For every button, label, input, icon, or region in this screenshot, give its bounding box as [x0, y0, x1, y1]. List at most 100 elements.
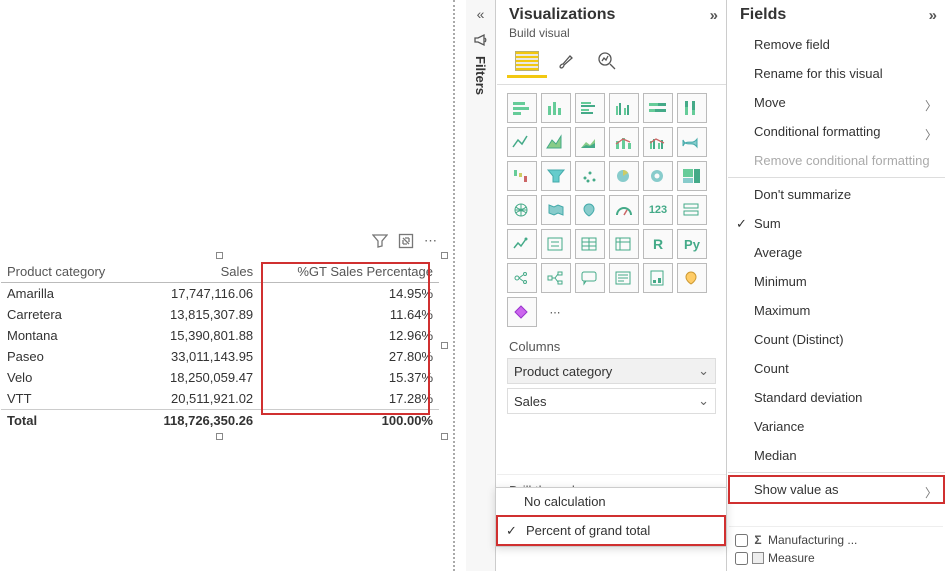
- viz-area-icon[interactable]: [541, 127, 571, 157]
- table-visual[interactable]: ⋯ Product category Sales %GT Sales Perce…: [0, 260, 440, 432]
- viz-multirow-card-icon[interactable]: [677, 195, 707, 225]
- tab-analytics[interactable]: [587, 46, 627, 78]
- viz-donut-icon[interactable]: [643, 161, 673, 191]
- viz-table-icon[interactable]: [575, 229, 605, 259]
- ctx-label: Don't summarize: [754, 187, 851, 202]
- viz-line-stacked-column-icon[interactable]: [609, 127, 639, 157]
- calc-no-calculation[interactable]: No calculation: [496, 488, 726, 515]
- viz-kpi-icon[interactable]: [507, 229, 537, 259]
- focus-mode-icon[interactable]: [398, 233, 414, 249]
- collapse-fields-icon[interactable]: »: [929, 7, 937, 24]
- tab-format-visual[interactable]: [547, 46, 587, 78]
- ctx-show-value-as[interactable]: Show value as〉: [728, 475, 945, 504]
- table-row[interactable]: Montana15,390,801.8812.96%: [1, 325, 439, 346]
- ctx-dont-summarize[interactable]: Don't summarize: [728, 180, 945, 209]
- viz-ribbon-icon[interactable]: [677, 127, 707, 157]
- filter-icon[interactable]: [372, 233, 388, 249]
- viz-scatter-icon[interactable]: [575, 161, 605, 191]
- collapse-viz-icon[interactable]: »: [710, 7, 718, 24]
- ctx-standard-deviation[interactable]: Standard deviation: [728, 383, 945, 412]
- table-row[interactable]: Velo18,250,059.4715.37%: [1, 367, 439, 388]
- viz-matrix-icon[interactable]: [609, 229, 639, 259]
- viz-qa-icon[interactable]: [575, 263, 605, 293]
- data-table[interactable]: Product category Sales %GT Sales Percent…: [1, 261, 439, 431]
- col-header-sales[interactable]: Sales: [135, 261, 259, 283]
- table-row[interactable]: Carretera13,815,307.8911.64%: [1, 304, 439, 325]
- viz-pie-icon[interactable]: [609, 161, 639, 191]
- viz-treemap-icon[interactable]: [677, 161, 707, 191]
- check-icon: ✓: [506, 523, 517, 539]
- field-row-measure[interactable]: Measure: [731, 549, 941, 567]
- fields-title: Fields: [740, 6, 786, 24]
- viz-r-script-icon[interactable]: R: [643, 229, 673, 259]
- viz-100-stacked-bar-icon[interactable]: [643, 93, 673, 123]
- ctx-label: Minimum: [754, 274, 807, 289]
- viz-stacked-area-icon[interactable]: [575, 127, 605, 157]
- viz-powerapps-icon[interactable]: [507, 297, 537, 327]
- cell-pct: 14.95%: [259, 283, 439, 305]
- field-well-product-category[interactable]: Product category ⌄: [507, 358, 716, 384]
- ctx-average[interactable]: Average: [728, 238, 945, 267]
- viz-map-icon[interactable]: [507, 195, 537, 225]
- table-row[interactable]: Amarilla17,747,116.0614.95%: [1, 283, 439, 305]
- viz-slicer-icon[interactable]: [541, 229, 571, 259]
- fields-list: Σ Manufacturing ... Measure: [729, 526, 943, 571]
- ctx-rename-for-visual[interactable]: Rename for this visual: [728, 59, 945, 88]
- filters-pane-collapsed[interactable]: « Filters: [466, 0, 496, 571]
- viz-arcgis-map-icon[interactable]: [677, 263, 707, 293]
- viz-azure-map-icon[interactable]: [575, 195, 605, 225]
- more-options-icon[interactable]: ⋯: [424, 233, 439, 249]
- col-header-pct[interactable]: %GT Sales Percentage: [259, 261, 439, 283]
- ctx-remove-field[interactable]: Remove field: [728, 30, 945, 59]
- ctx-conditional-formatting[interactable]: Conditional formatting〉: [728, 117, 945, 146]
- field-checkbox[interactable]: [735, 534, 748, 547]
- table-row[interactable]: VTT20,511,921.0217.28%: [1, 388, 439, 410]
- viz-line-clustered-column-icon[interactable]: [643, 127, 673, 157]
- viz-key-influencers-icon[interactable]: [507, 263, 537, 293]
- show-value-as-submenu: No calculation ✓ Percent of grand total: [495, 487, 727, 547]
- col-header-category[interactable]: Product category: [1, 261, 135, 283]
- table-header-row: Product category Sales %GT Sales Percent…: [1, 261, 439, 283]
- ctx-label: Standard deviation: [754, 390, 862, 405]
- field-checkbox[interactable]: [735, 552, 748, 565]
- viz-line-icon[interactable]: [507, 127, 537, 157]
- viz-more-icon[interactable]: ⋯: [541, 297, 571, 327]
- viz-card-icon[interactable]: 123: [643, 195, 673, 225]
- megaphone-icon[interactable]: [473, 32, 489, 48]
- viz-tabs: [497, 46, 726, 85]
- viz-gauge-icon[interactable]: [609, 195, 639, 225]
- ctx-variance[interactable]: Variance: [728, 412, 945, 441]
- viz-waterfall-icon[interactable]: [507, 161, 537, 191]
- viz-decomposition-tree-icon[interactable]: [541, 263, 571, 293]
- viz-paginated-report-icon[interactable]: [643, 263, 673, 293]
- report-canvas[interactable]: ⋯ Product category Sales %GT Sales Perce…: [0, 0, 450, 571]
- chevron-down-icon: ⌄: [698, 363, 709, 379]
- viz-100-stacked-column-icon[interactable]: [677, 93, 707, 123]
- ctx-sum[interactable]: ✓Sum: [728, 209, 945, 238]
- calc-percent-of-grand-total[interactable]: ✓ Percent of grand total: [496, 515, 726, 546]
- viz-funnel-icon[interactable]: [541, 161, 571, 191]
- field-row-manufacturing[interactable]: Σ Manufacturing ...: [731, 531, 941, 549]
- canvas-divider: [453, 0, 455, 571]
- viz-smart-narrative-icon[interactable]: [609, 263, 639, 293]
- ctx-count-distinct[interactable]: Count (Distinct): [728, 325, 945, 354]
- ctx-count[interactable]: Count: [728, 354, 945, 383]
- ctx-maximum[interactable]: Maximum: [728, 296, 945, 325]
- tab-build-visual[interactable]: [507, 46, 547, 78]
- ctx-minimum[interactable]: Minimum: [728, 267, 945, 296]
- build-visual-label: Build visual: [497, 26, 726, 46]
- viz-clustered-bar-icon[interactable]: [575, 93, 605, 123]
- viz-stacked-bar-icon[interactable]: [507, 93, 537, 123]
- ctx-move[interactable]: Move〉: [728, 88, 945, 117]
- ctx-median[interactable]: Median: [728, 441, 945, 470]
- viz-clustered-column-icon[interactable]: [609, 93, 639, 123]
- field-well-sales[interactable]: Sales ⌄: [507, 388, 716, 414]
- ctx-label: Sum: [754, 216, 781, 231]
- viz-stacked-column-icon[interactable]: [541, 93, 571, 123]
- ctx-label: Variance: [754, 419, 804, 434]
- viz-python-icon[interactable]: Py: [677, 229, 707, 259]
- total-sales: 118,726,350.26: [135, 410, 259, 432]
- viz-filled-map-icon[interactable]: [541, 195, 571, 225]
- expand-filters-icon[interactable]: «: [477, 6, 485, 22]
- table-row[interactable]: Paseo33,011,143.9527.80%: [1, 346, 439, 367]
